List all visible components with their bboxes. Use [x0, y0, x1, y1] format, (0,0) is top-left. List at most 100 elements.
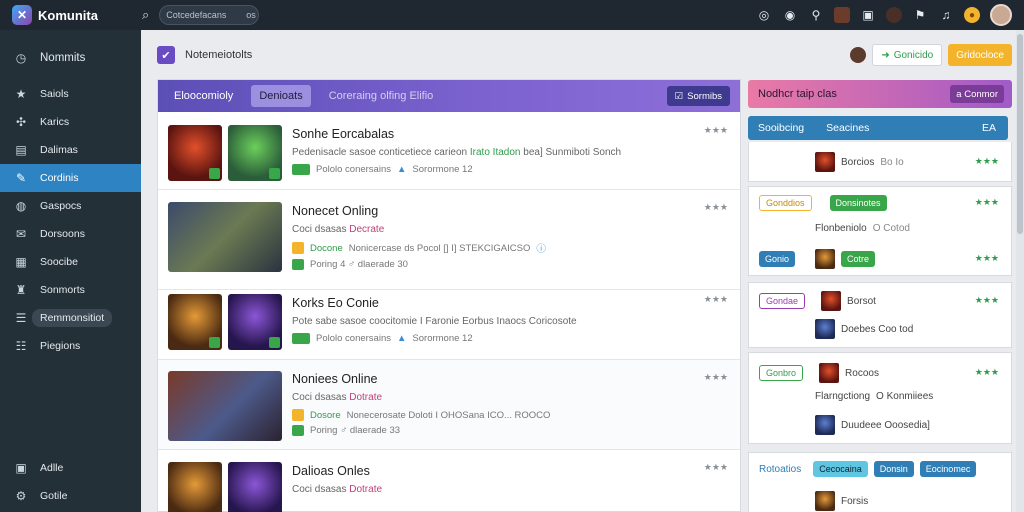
post-meta: Dosore Nonecerosate Doloti I OHOSana ICO.… [292, 409, 550, 421]
yellow-action-button[interactable]: Gridocloce [948, 44, 1012, 66]
avatar[interactable] [850, 47, 867, 63]
sidebar-item-8[interactable]: ♜ Sonmorts [0, 276, 141, 304]
sub-text: Coci dsasas [292, 392, 347, 403]
game-thumbnail[interactable] [228, 125, 282, 181]
magnifier-icon[interactable]: ⚲ [808, 7, 824, 23]
list-item[interactable]: Borcios Bo Io [815, 152, 904, 172]
globe-icon[interactable]: ◎ [756, 7, 772, 23]
post-description: Pote sabe sasoe coocitomie I Faronie Eor… [292, 316, 577, 327]
flag-icon[interactable]: ⚑ [912, 7, 928, 23]
desc-highlight: Irato Itadon [469, 147, 521, 158]
list-item[interactable]: Forsis [815, 491, 868, 511]
post-item[interactable]: Nonecet Onling Coci dsasas Decrate Docon… [158, 190, 740, 290]
info-icon[interactable]: ⓘ [536, 241, 546, 255]
list-item[interactable]: Gondae Borsot [759, 291, 876, 311]
blue-button[interactable]: Donsin [873, 461, 914, 477]
post-item[interactable]: Sonhe Eorcabalas Pedenisacle sasoe conti… [158, 113, 740, 190]
sidebar-item-3[interactable]: ▤ Dalimas [0, 136, 141, 164]
post-title[interactable]: Korks Eo Conie [292, 296, 577, 310]
post-title[interactable]: Sonhe Eorcabalas [292, 127, 621, 141]
post-item[interactable]: Dalioas Onles Coci dsasas Dotrate ★★★ [158, 450, 740, 512]
blue-button[interactable]: Gonio [759, 251, 796, 267]
section-label: Rotoatios [759, 463, 802, 475]
sidebar-item-4[interactable]: ✎ Cordinis [0, 164, 141, 192]
list-item[interactable]: Doebes Coo tod [815, 319, 913, 339]
sub-text: Coci dsasas [292, 224, 347, 235]
sidebar-item-1[interactable]: ★ Saiols [0, 80, 141, 108]
friend-avatar-icon[interactable] [886, 7, 902, 23]
game-thumbnail[interactable] [168, 462, 222, 512]
sidebar-item-7[interactable]: ▦ Soocibe [0, 248, 141, 276]
bookmark-icon[interactable]: ▣ [860, 7, 876, 23]
post-item[interactable]: Noniees Online Coci dsasas Dotrate Dosor… [158, 360, 740, 450]
coin-icon[interactable]: ● [964, 7, 980, 23]
search-box[interactable]: os [159, 5, 260, 25]
list-item[interactable]: Flarngctiong O Konmiiees [815, 391, 933, 402]
post-meta: Docone Nonicercase ds Pocol [] I] STEKCIG… [292, 241, 546, 255]
green-button[interactable]: Donsinotes [829, 195, 887, 211]
user-avatar[interactable] [990, 4, 1012, 26]
scrollbar[interactable] [1016, 30, 1024, 512]
sidebar-item-label: Gaspocs [40, 200, 82, 212]
check-icon[interactable]: ✔ [157, 46, 175, 64]
list-item[interactable]: Duudeee Ooosedia] [815, 415, 930, 435]
blue-button[interactable]: Eocinomec [919, 461, 977, 477]
game-thumbnail[interactable] [168, 294, 222, 350]
scrollbar-thumb[interactable] [1017, 34, 1023, 234]
rating: ★★★ [703, 372, 728, 382]
sidebar-item-0[interactable]: ◷ Nommits [0, 44, 141, 72]
green-action-button[interactable]: ➜ Gonicido [872, 44, 943, 66]
post-thumbnails [168, 125, 282, 181]
sidebar-item-6[interactable]: ✉ Dorsoons [0, 220, 141, 248]
tab-0[interactable]: Eloocomioly [166, 85, 241, 107]
post-title[interactable]: Dalioas Onles [292, 464, 382, 478]
app-logo[interactable]: ✕ Komunita [0, 5, 142, 25]
check-icon: ☑ [674, 90, 684, 102]
purple-outline-button[interactable]: Gondae [759, 293, 806, 309]
sidebar-item-label: Dorsoons [40, 228, 85, 240]
tab-right-extra[interactable]: EA [982, 122, 996, 134]
bell-icon[interactable]: ♫ [938, 7, 954, 23]
top-bar: ✕ Komunita ⌕ os ◎ ◉ ⚲ ▣ ⚑ ♫ ● [0, 0, 1024, 30]
right-panel-title: Nodhcr taip clas [758, 88, 837, 100]
game-avatar-icon[interactable] [834, 7, 850, 23]
search-icon[interactable]: ⌕ [142, 7, 149, 23]
row-extra: Bo Io [880, 156, 904, 168]
list-item[interactable]: Flonbeniolo O Cotod [815, 223, 910, 234]
post-item[interactable]: Korks Eo Conie Pote sabe sasoe coocitomi… [158, 290, 740, 360]
chat-icon[interactable]: ◉ [782, 7, 798, 23]
tab-1[interactable]: Denioats [251, 85, 311, 107]
meta-text: Pololo conersains [316, 333, 391, 344]
sidebar-item-bottom-1[interactable]: ⚙ Gotile [0, 482, 141, 510]
yellow-outline-button[interactable]: Gonddios [759, 195, 812, 211]
green-button[interactable]: Cotre [841, 251, 876, 267]
right-header-button[interactable]: a Conmor [950, 85, 1004, 103]
cyan-button[interactable]: Cecocaina [813, 461, 868, 477]
post-body: Nonecet Onling Coci dsasas Decrate Docon… [292, 204, 546, 270]
game-thumbnail [815, 249, 836, 269]
sidebar-item-bottom-0[interactable]: ▣ Adlle [0, 454, 141, 482]
sidebar-item-10[interactable]: ☷ Piegions [0, 332, 141, 360]
button-label: Gridocloce [956, 49, 1004, 61]
sidebar-item-2[interactable]: ✣ Karics [0, 108, 141, 136]
game-thumbnail[interactable] [228, 294, 282, 350]
post-title[interactable]: Noniees Online [292, 372, 550, 386]
game-thumbnail [815, 152, 835, 172]
sidebar-item-9[interactable]: ☰ Remmonsitiot [0, 304, 141, 332]
post-title[interactable]: Nonecet Onling [292, 204, 546, 218]
search-input[interactable] [166, 10, 243, 20]
tab-right-1[interactable]: Seacines [826, 122, 869, 134]
tab-2[interactable]: Coreraing olfing Elifio [321, 85, 442, 107]
game-thumbnail[interactable] [228, 462, 282, 512]
feed-action-button[interactable]: ☑ Sormibs [666, 86, 730, 106]
button-label: a Conmor [956, 88, 998, 100]
sidebar-item-5[interactable]: ◍ Gaspocs [0, 192, 141, 220]
game-thumbnail[interactable] [168, 202, 282, 272]
button-row: Rotoatios Cecocaina Donsin Eocinomec [759, 461, 977, 477]
game-thumbnail[interactable] [168, 371, 282, 441]
tab-right-0[interactable]: Sooibcing [758, 122, 804, 134]
game-thumbnail[interactable] [168, 125, 222, 181]
list-item[interactable]: Gonbro Rocoos [759, 363, 879, 383]
green-outline-button[interactable]: Gonbro [759, 365, 804, 381]
meta-text: Pololo conersains [316, 164, 391, 175]
